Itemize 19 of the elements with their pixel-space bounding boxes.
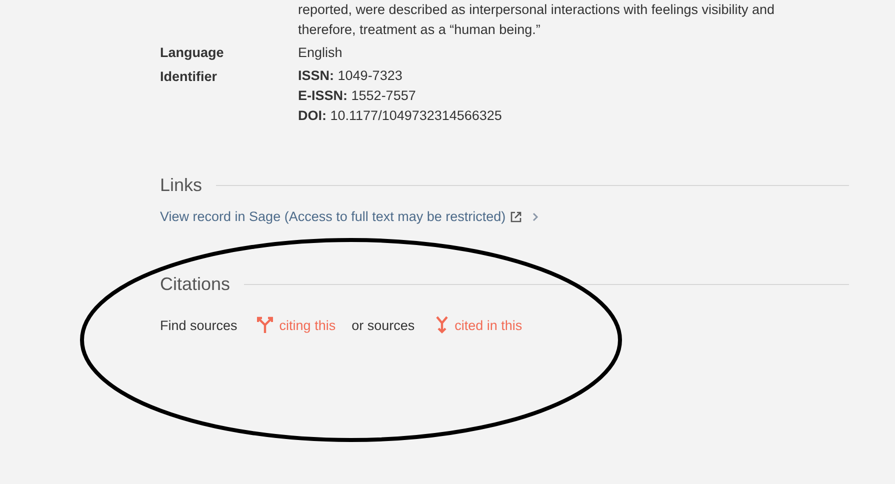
field-label: Identifier [160,68,218,86]
section-heading: Citations [160,273,230,296]
field-value: DOI: 10.1177/1049732314566325 [298,107,502,125]
citing-link[interactable]: citing this [257,316,336,334]
section-heading: Links [160,174,202,197]
field-value: E-ISSN: 1552-7557 [298,87,417,105]
field-value: ISSN: 1049-7323 [298,67,404,85]
cited-link[interactable]: cited in this [434,316,522,334]
branch-down-icon [434,316,449,334]
citation-text: or sources [352,318,415,332]
citation-text: Find sources [160,318,238,332]
field-value: English [298,44,342,62]
external-link-icon [510,210,522,222]
branch-up-icon [257,316,274,334]
field-label: Language [160,44,225,62]
description-text: reported, were described as interpersonal interactions with feelings visibility and [298,1,776,19]
chevron-icon [532,212,539,222]
view-record-link[interactable]: View record in Sage (Access to full text may be restricted) [160,209,506,224]
description-text: therefore, treatment as a “human being.” [298,21,542,39]
